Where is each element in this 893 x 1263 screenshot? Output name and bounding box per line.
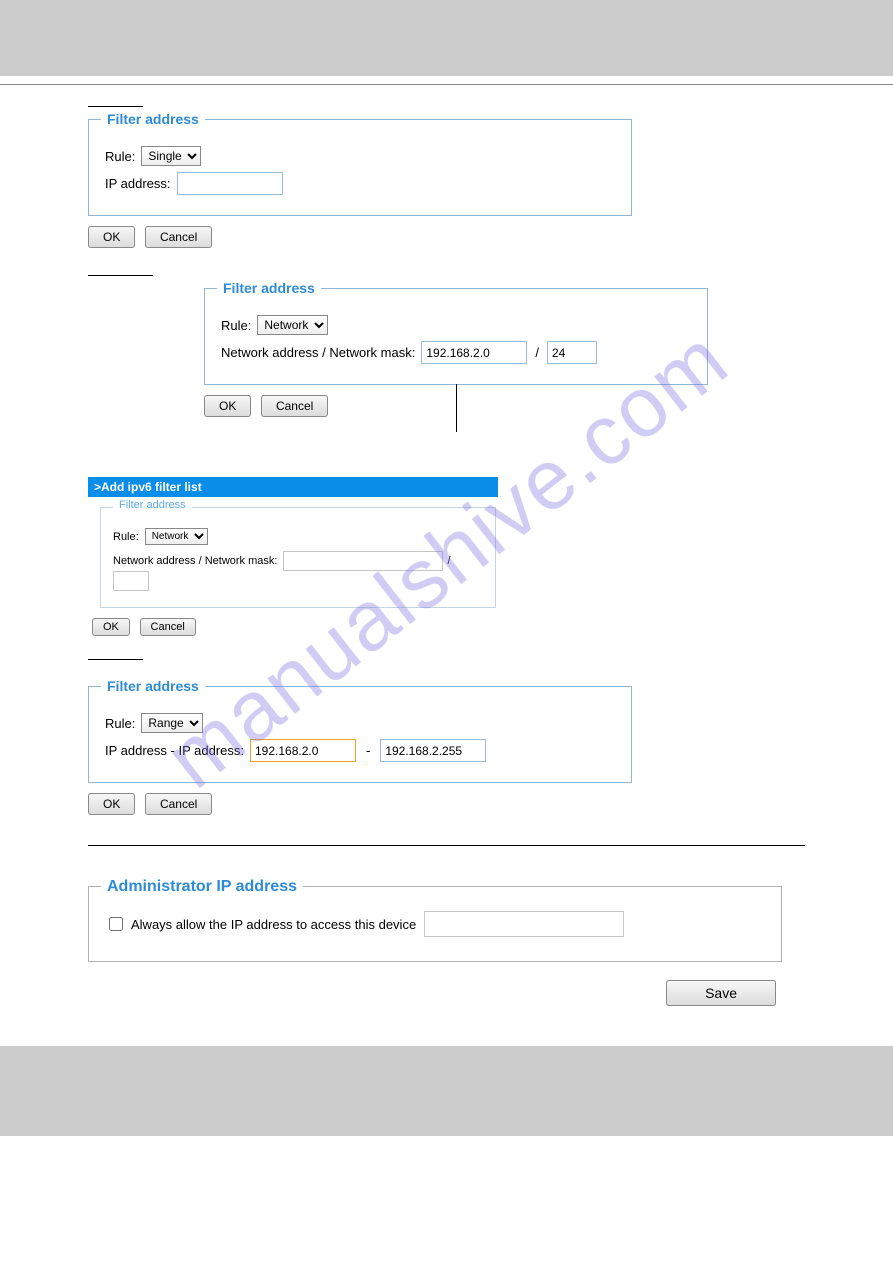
ok-button[interactable]: OK [92,618,130,636]
administrator-ip-panel: Administrator IP address Always allow th… [88,886,782,962]
network-address-input[interactable] [421,341,527,364]
network-mask-input[interactable] [113,571,149,591]
rule-select[interactable]: Network [145,528,208,545]
divider [0,84,893,85]
range-label: IP address - IP address: [105,743,244,758]
ip-to-input[interactable] [380,739,486,762]
rule-select[interactable]: Network [257,315,328,335]
filter-address-panel-network: Filter address Rule: Network Network add… [204,288,708,385]
cancel-button[interactable]: Cancel [140,618,196,636]
filter-address-panel-single: Filter address Rule: Single IP address: [88,119,632,216]
network-address-label: Network address / Network mask: [221,345,415,360]
top-band [0,0,893,76]
section-marker [88,658,143,660]
rule-label: Rule: [221,318,251,333]
network-mask-input[interactable] [547,341,597,364]
rule-select[interactable]: Single [141,146,201,166]
panel-title: Filter address [101,678,205,694]
cancel-button[interactable]: Cancel [145,793,212,815]
rule-label: Rule: [105,716,135,731]
rule-select[interactable]: Range [141,713,203,733]
section-marker [88,105,143,107]
ip-from-input[interactable] [250,739,356,762]
mask-separator: / [447,555,450,567]
admin-ip-input[interactable] [424,911,624,937]
ipv6-filter-list-header: >Add ipv6 filter list [88,477,498,497]
rule-label: Rule: [113,531,139,543]
ok-button[interactable]: OK [88,226,135,248]
always-allow-label: Always allow the IP address to access th… [131,917,416,932]
ip-address-label: IP address: [105,176,171,191]
filter-address-panel-range: Filter address Rule: Range IP address - … [88,686,632,783]
rule-label: Rule: [105,149,135,164]
panel-title: Filter address [101,111,205,127]
panel-title: Filter address [217,280,321,296]
network-address-label: Network address / Network mask: [113,555,277,567]
range-dash: - [366,743,370,758]
filter-address-panel-ipv6: Filter address Rule: Network Network add… [100,507,496,608]
mask-separator: / [535,345,539,360]
section-divider [88,845,805,846]
cancel-button[interactable]: Cancel [261,395,328,417]
bottom-band [0,1046,893,1136]
network-address-input[interactable] [283,551,443,571]
ok-button[interactable]: OK [88,793,135,815]
panel-title: Administrator IP address [101,878,303,896]
save-button[interactable]: Save [666,980,776,1006]
section-marker [88,274,153,276]
ip-address-input[interactable] [177,172,283,195]
ok-button[interactable]: OK [204,395,251,417]
always-allow-checkbox[interactable] [109,917,123,931]
cancel-button[interactable]: Cancel [145,226,212,248]
panel-title: Filter address [113,499,192,511]
